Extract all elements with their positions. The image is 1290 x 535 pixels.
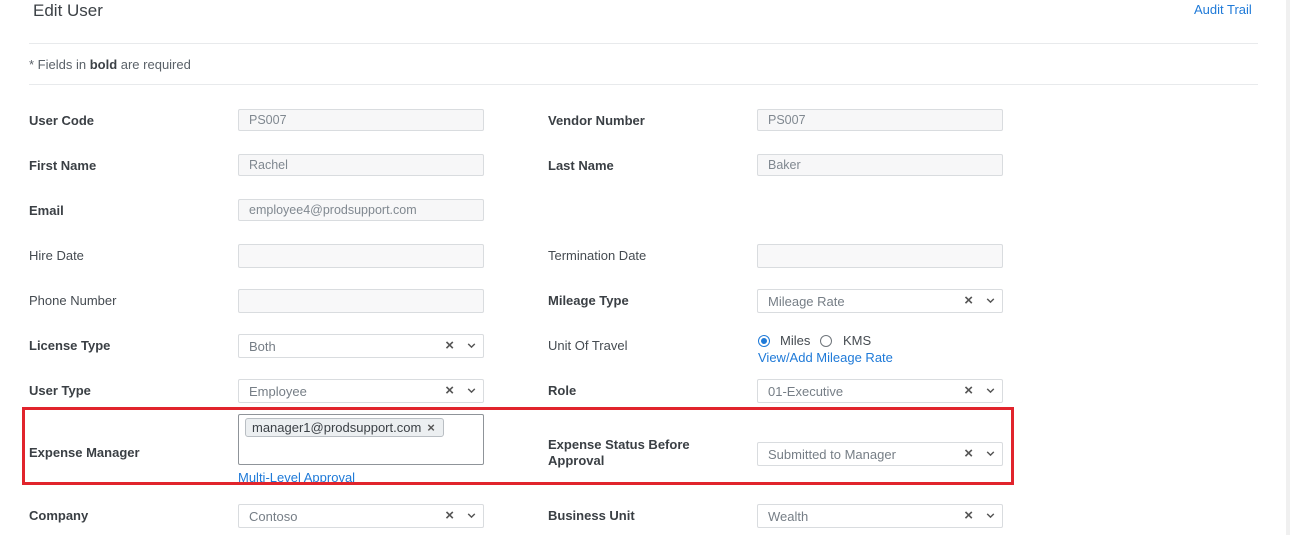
miles-radio[interactable] (758, 335, 770, 347)
first-name-label: First Name (29, 158, 97, 173)
user-code-label: User Code (29, 113, 95, 128)
divider (29, 43, 1258, 44)
business-unit-select[interactable]: Wealth × (757, 504, 1003, 528)
email-input[interactable] (238, 199, 484, 221)
termination-date-input[interactable] (757, 244, 1003, 268)
license-type-select[interactable]: Both × (238, 334, 484, 358)
kms-radio[interactable] (820, 335, 832, 347)
chevron-down-icon[interactable] (985, 510, 996, 521)
mileage-type-select[interactable]: Mileage Rate × (757, 289, 1003, 313)
chevron-down-icon[interactable] (466, 385, 477, 396)
company-value: Contoso (249, 509, 298, 524)
license-type-value: Both (249, 339, 276, 354)
company-select[interactable]: Contoso × (238, 504, 484, 528)
miles-radio-label: Miles (780, 333, 811, 348)
divider (29, 84, 1258, 85)
phone-number-input[interactable] (238, 289, 484, 313)
business-unit-value: Wealth (768, 509, 809, 524)
kms-radio-label: KMS (843, 333, 872, 348)
role-label: Role (548, 383, 577, 398)
business-unit-label: Business Unit (548, 508, 635, 523)
user-code-input[interactable] (238, 109, 484, 131)
role-value: 01-Executive (768, 384, 844, 399)
license-type-label: License Type (29, 338, 111, 353)
chevron-down-icon[interactable] (466, 510, 477, 521)
company-label: Company (29, 508, 89, 523)
role-select[interactable]: 01-Executive × (757, 379, 1003, 403)
clear-icon[interactable]: × (964, 507, 973, 524)
user-type-value: Employee (249, 384, 307, 399)
required-note: * Fields in bold are required (29, 57, 191, 72)
email-label: Email (29, 203, 64, 218)
page-title: Edit User (33, 1, 103, 20)
hire-date-label: Hire Date (29, 248, 84, 263)
phone-number-label: Phone Number (29, 293, 117, 308)
unit-of-travel-label: Unit Of Travel (548, 338, 628, 353)
clear-icon[interactable]: × (445, 507, 454, 524)
vendor-number-input[interactable] (757, 109, 1003, 131)
first-name-input[interactable] (238, 154, 484, 176)
chevron-down-icon[interactable] (466, 340, 477, 351)
clear-icon[interactable]: × (964, 382, 973, 399)
audit-trail-link[interactable]: Audit Trail (1194, 2, 1252, 17)
last-name-label: Last Name (548, 158, 614, 173)
mileage-type-label: Mileage Type (548, 293, 629, 308)
clear-icon[interactable]: × (445, 337, 454, 354)
user-type-select[interactable]: Employee × (238, 379, 484, 403)
chevron-down-icon[interactable] (985, 385, 996, 396)
clear-icon[interactable]: × (445, 382, 454, 399)
vendor-number-label: Vendor Number (548, 113, 645, 128)
last-name-input[interactable] (757, 154, 1003, 176)
view-add-mileage-rate-link[interactable]: View/Add Mileage Rate (758, 350, 893, 365)
highlight-box (22, 407, 1014, 485)
termination-date-label: Termination Date (548, 248, 647, 263)
hire-date-input[interactable] (238, 244, 484, 268)
clear-icon[interactable]: × (964, 292, 973, 309)
mileage-type-value: Mileage Rate (768, 294, 845, 309)
chevron-down-icon[interactable] (985, 295, 996, 306)
page-scrollbar[interactable] (1286, 0, 1290, 535)
user-type-label: User Type (29, 383, 91, 398)
